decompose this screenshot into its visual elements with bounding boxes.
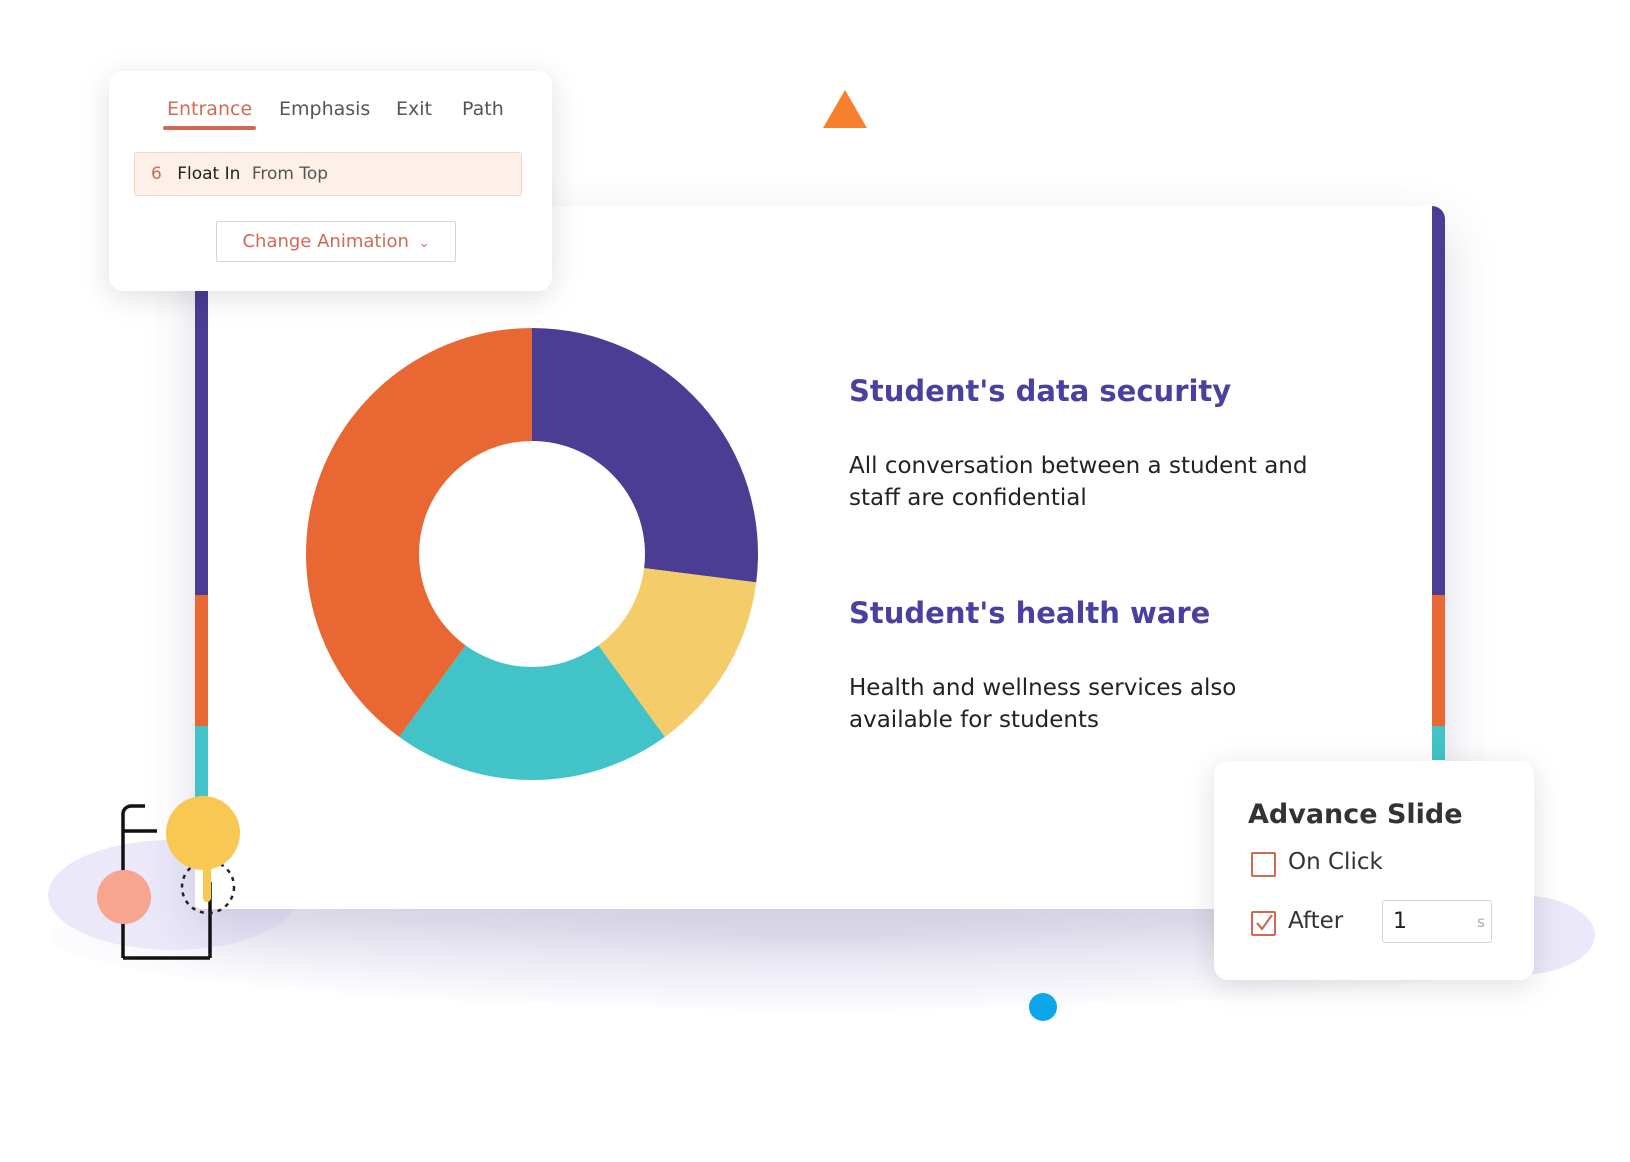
- change-animation-label: Change Animation: [242, 231, 409, 252]
- animation-name: Float In: [177, 164, 241, 184]
- section-title: Student's health ware: [849, 596, 1211, 630]
- section-body: All conversation between a student and s…: [849, 453, 1308, 511]
- panel-title: Advance Slide: [1248, 799, 1463, 830]
- tab-exit[interactable]: Exit: [396, 98, 432, 120]
- left-strip-orange: [195, 595, 208, 726]
- chevron-down-icon: ⌄: [418, 236, 430, 251]
- checkmark-icon: [1256, 914, 1273, 931]
- section-title: Student's data security: [849, 374, 1232, 408]
- animation-number: 6: [151, 164, 162, 184]
- right-strip-teal: [1432, 726, 1445, 760]
- on-click-label: On Click: [1288, 849, 1383, 875]
- right-strip-orange: [1432, 595, 1445, 726]
- tab-entrance[interactable]: Entrance: [167, 98, 252, 120]
- tab-path[interactable]: Path: [462, 98, 504, 120]
- on-click-checkbox[interactable]: [1251, 852, 1276, 877]
- animation-direction: From Top: [251, 164, 329, 184]
- tab-emphasis[interactable]: Emphasis: [279, 98, 370, 120]
- donut-chart: [306, 328, 758, 780]
- blue-dot: [1029, 993, 1057, 1021]
- after-checkbox[interactable]: [1251, 911, 1276, 936]
- active-tab-indicator: [163, 126, 256, 130]
- after-label: After: [1288, 908, 1344, 934]
- phone-illustration-icon: [97, 796, 240, 960]
- after-seconds-input[interactable]: 1 s: [1382, 900, 1492, 943]
- change-animation-button[interactable]: Change Animation ⌄: [216, 221, 456, 262]
- section-body: Health and wellness services also availa…: [849, 675, 1237, 733]
- selected-animation[interactable]: 6 Float In From Top: [134, 152, 522, 196]
- animation-panel: Entrance Emphasis Exit Path 6 Float In F…: [109, 71, 552, 291]
- seconds-value: 1: [1393, 909, 1407, 934]
- donut-slice: [532, 328, 758, 583]
- seconds-unit: s: [1477, 913, 1485, 931]
- advance-slide-panel: Advance Slide On Click After 1 s: [1214, 761, 1534, 980]
- right-strip-purple: [1432, 206, 1445, 595]
- triangle-icon: [823, 90, 867, 128]
